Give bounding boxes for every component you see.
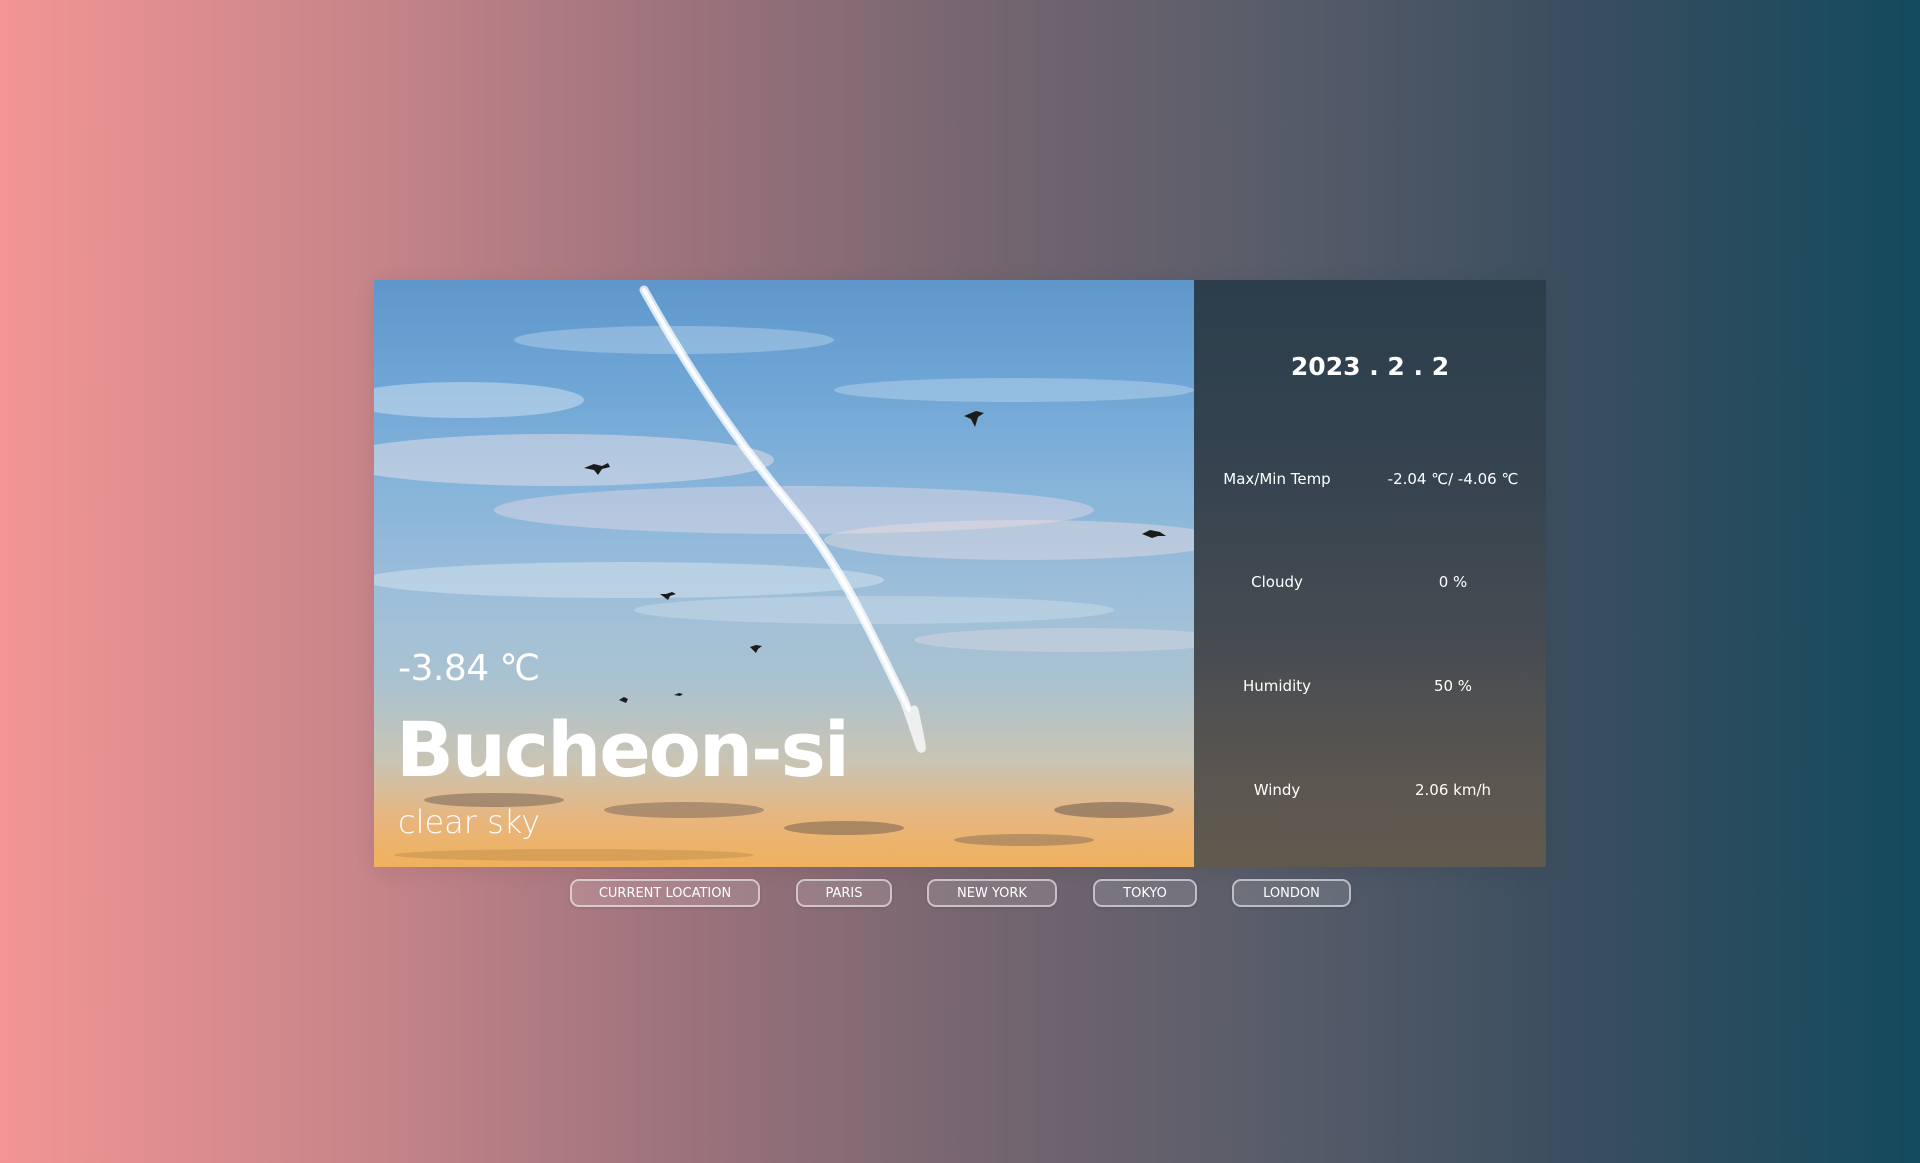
detail-value: 50 % [1433, 677, 1473, 695]
detail-label: Cloudy [1251, 573, 1303, 591]
detail-value: 2.06 km/h [1414, 781, 1492, 799]
date-label: 2023 . 2 . 2 [1290, 352, 1450, 381]
city-button-paris[interactable]: PARIS [796, 879, 892, 907]
detail-value: 0 % [1438, 573, 1468, 591]
detail-label: Windy [1253, 781, 1301, 799]
detail-row-max-min-temp: Max/Min Temp -2.04 ℃/ -4.06 ℃ [1194, 470, 1546, 494]
weather-details-panel: 2023 . 2 . 2 Max/Min Temp -2.04 ℃/ -4.06… [1194, 280, 1546, 867]
detail-row-cloudy: Cloudy 0 % [1194, 573, 1546, 597]
detail-label: Humidity [1242, 677, 1311, 695]
detail-label: Max/Min Temp [1223, 470, 1331, 488]
city-button-london[interactable]: LONDON [1232, 879, 1351, 907]
current-temperature: -3.84 ℃ [398, 648, 540, 689]
city-button-new-york[interactable]: NEW YORK [927, 879, 1057, 907]
city-button-bar: CURRENT LOCATION PARIS NEW YORK TOKYO LO… [0, 879, 1920, 909]
detail-row-humidity: Humidity 50 % [1194, 677, 1546, 701]
weather-background-image: -3.84 ℃ Bucheon-si clear sky [374, 280, 1194, 867]
weather-card: -3.84 ℃ Bucheon-si clear sky 2023 . 2 . … [374, 280, 1546, 867]
city-name: Bucheon-si [396, 705, 850, 794]
city-button-current-location[interactable]: CURRENT LOCATION [570, 879, 760, 907]
city-button-tokyo[interactable]: TOKYO [1093, 879, 1197, 907]
weather-description: clear sky [398, 803, 541, 841]
detail-value: -2.04 ℃/ -4.06 ℃ [1387, 470, 1519, 488]
detail-row-windy: Windy 2.06 km/h [1194, 781, 1546, 805]
